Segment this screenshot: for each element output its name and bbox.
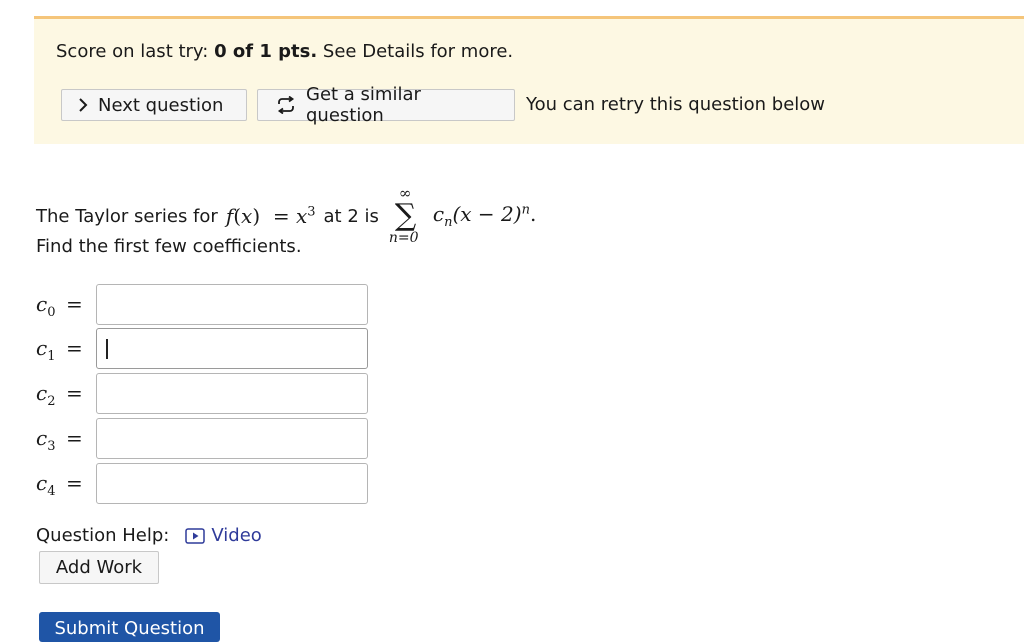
func-rhs-base: x: [295, 204, 308, 228]
video-play-icon: [185, 527, 206, 544]
similar-question-label: Get a similar question: [306, 84, 421, 126]
equals-sign: =: [66, 426, 83, 450]
sum-lower: n=0: [388, 230, 419, 246]
video-label: Video: [211, 525, 262, 546]
c4-input[interactable]: [96, 463, 368, 504]
submit-question-button[interactable]: Submit Question: [39, 612, 220, 642]
score-suffix: See Details for more.: [322, 41, 514, 62]
c2-input[interactable]: [96, 373, 368, 414]
equals-sign: =: [66, 381, 83, 405]
chevron-right-icon: [78, 98, 88, 112]
coefficient-label: c1: [36, 336, 56, 364]
coefficient-label: c0: [36, 292, 56, 320]
series-base: (x − 2): [452, 202, 522, 226]
c1-input[interactable]: [96, 328, 368, 369]
coefficient-row-c4: c4 =: [36, 463, 376, 505]
series-coef: c: [432, 202, 445, 226]
series-end: .: [529, 202, 537, 226]
equals-sign: =: [66, 471, 83, 495]
retry-arrows-icon: [276, 96, 296, 114]
similar-question-button[interactable]: Get a similar question: [257, 84, 515, 126]
series-term: cn(x − 2)n.: [433, 202, 536, 230]
summation: ∞ ∑ n=0: [387, 184, 429, 246]
question-help-label: Question Help:: [36, 525, 170, 546]
func-arg: x: [241, 204, 253, 228]
at-text: at 2 is: [323, 205, 379, 227]
text-caret: [106, 339, 108, 359]
coefficient-row-c0: c0 =: [36, 284, 376, 326]
coefficient-row-c1: c1 =: [36, 328, 376, 370]
equals-sign: =: [66, 292, 83, 316]
add-work-button[interactable]: Add Work: [39, 551, 159, 584]
sigma-symbol: ∑: [394, 198, 417, 233]
next-question-label: Next question: [98, 94, 224, 116]
coefficient-label: c4: [36, 471, 56, 499]
find-instruction: Find the first few coefficients.: [36, 236, 302, 257]
c3-input[interactable]: [96, 418, 368, 459]
score-line: Score on last try: 0 of 1 pts. See Detai…: [56, 41, 513, 62]
coefficient-label: c2: [36, 381, 56, 409]
next-question-button[interactable]: Next question: [61, 89, 247, 121]
retry-text: You can retry this question below: [526, 94, 826, 115]
equals-sign: =: [66, 336, 83, 360]
function-expression: f(x) = x3: [225, 204, 316, 228]
score-prefix: Score on last try:: [56, 41, 209, 62]
coefficient-label: c3: [36, 426, 56, 454]
video-link[interactable]: Video: [185, 525, 262, 546]
score-value: 0 of 1 pts.: [214, 41, 318, 62]
score-banner: Score on last try: 0 of 1 pts. See Detai…: [34, 16, 1024, 144]
intro-text: The Taylor series for: [36, 205, 218, 227]
series-exp: n: [521, 202, 530, 218]
question-help: Question Help: Video: [36, 525, 262, 546]
func-rhs-exp: 3: [307, 204, 316, 220]
coefficient-row-c2: c2 =: [36, 373, 376, 415]
coefficient-row-c3: c3 =: [36, 418, 376, 460]
c0-input[interactable]: [96, 284, 368, 325]
